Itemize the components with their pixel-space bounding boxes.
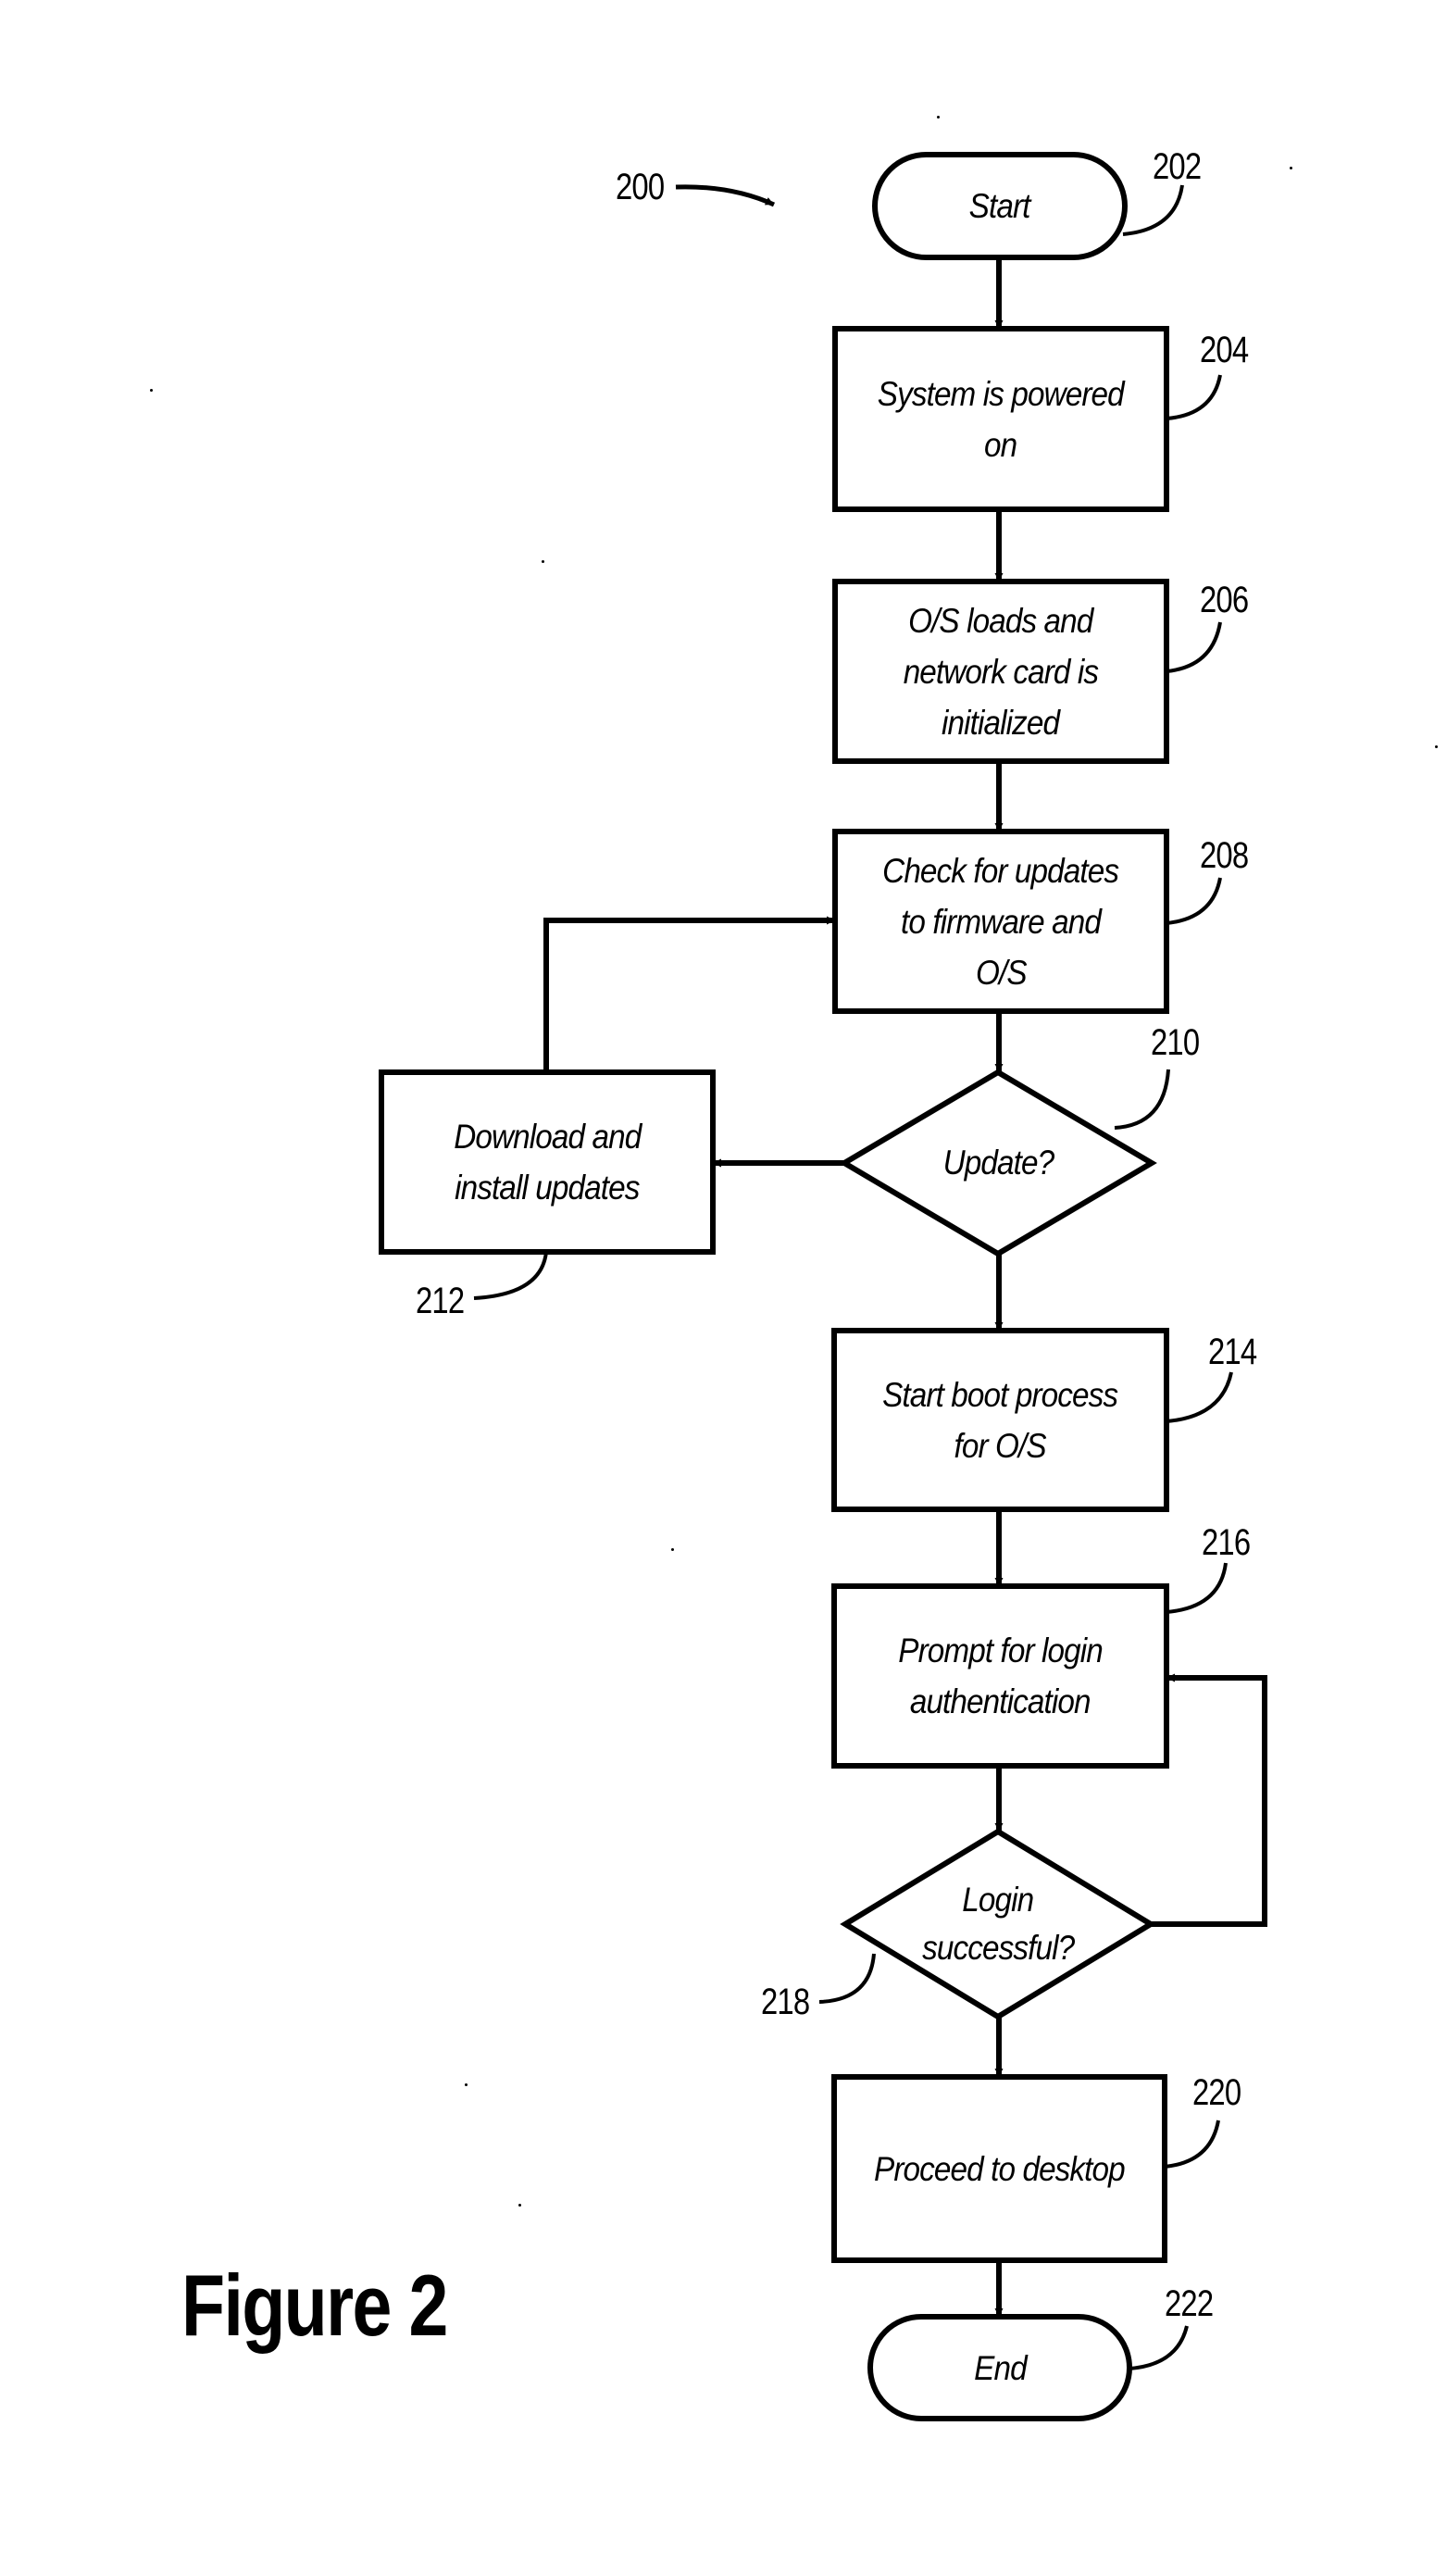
scan-speck [465,2083,468,2086]
leader-start [1122,184,1184,236]
end-text-line: End [973,2348,1027,2387]
scan-speck [1435,745,1438,748]
os-loads-text-line: network card is [903,652,1099,691]
scan-speck [518,2204,521,2207]
leader-prompt-login [1166,1562,1228,1614]
step-os-loads-label: O/S loads and network card is initialized [835,581,1166,761]
power-on-text-line: on [984,425,1017,464]
ref-number-download-install: 212 [416,1281,465,1321]
ref-number-proceed-desktop: 220 [1192,2072,1241,2113]
scan-speck [542,560,544,563]
arrow-download-loop-to-check-updates [543,916,835,1072]
login-decision-text-line: Login [962,1881,1035,1919]
ref-number-start-boot: 214 [1208,1332,1257,1372]
leader-end [1129,2325,1189,2370]
start-boot-text-line: Start boot process [882,1375,1118,1414]
ref-number-end: 222 [1165,2283,1214,2324]
leader-start-boot [1166,1371,1233,1423]
scan-speck [1290,167,1292,169]
ref-number-start: 202 [1153,146,1202,187]
ref-number-os-loads: 206 [1200,580,1249,620]
update-decision-text-line: Update? [942,1144,1054,1182]
ref-number-update-decision: 210 [1151,1022,1200,1063]
step-download-install-label: Download and install updates [381,1072,713,1252]
leader-power-on [1166,374,1222,420]
figure-title: Figure 2 [181,2257,448,2354]
leader-check-updates [1166,877,1222,925]
flowchart-canvas [379,152,1267,2421]
scan-speck [150,389,153,392]
prompt-login-text-line: Prompt for login [898,1632,1104,1669]
step-start-boot-label: Start boot process for O/S [834,1331,1166,1509]
start-boot-text-line: for O/S [954,1426,1047,1465]
scan-speck [671,1548,674,1551]
ref-number-prompt-login: 216 [1202,1522,1251,1563]
ref-number-power-on: 204 [1200,330,1249,370]
prompt-login-text-line: authentication [910,1682,1091,1720]
ref-number-login-decision: 218 [761,1982,810,2022]
step-prompt-login-label: Prompt for login authentication [834,1586,1166,1766]
decision-login-label: Login successful? [845,1832,1151,2017]
step-proceed-desktop-label: Proceed to desktop [834,2077,1165,2260]
download-install-text-line: Download and [453,1118,642,1156]
start-text-line: Start [969,187,1031,225]
leader-download-install [473,1251,548,1300]
decision-update-label: Update? [844,1072,1152,1254]
ref-number-check-updates: 208 [1200,835,1249,876]
leader-proceed-desktop [1164,2120,1220,2169]
proceed-desktop-text-line: Proceed to desktop [874,2149,1126,2188]
start-terminal-label: Start [875,155,1125,257]
check-updates-text-line: to firmware and [901,902,1102,941]
leader-os-loads [1166,621,1222,673]
os-loads-text-line: O/S loads and [908,601,1093,640]
login-decision-text-line: successful? [921,1929,1075,1967]
end-terminal-label: End [870,2317,1129,2419]
patent-figure-page: Start System is powered on O/S loads and n… [0,0,1447,2576]
check-updates-text-line: Check for updates [882,851,1120,890]
figure-reference-number: 200 [616,167,665,207]
scan-speck [937,116,940,119]
power-on-text-line: System is powered [877,374,1125,413]
check-updates-text-line: O/S [975,953,1028,992]
os-loads-text-line: initialized [942,703,1060,742]
figure-reference-arrow [675,184,776,207]
step-power-on-label: System is powered on [835,329,1166,509]
step-check-updates-label: Check for updates to firmware and O/S [835,832,1166,1011]
download-install-text-line: install updates [455,1169,640,1207]
